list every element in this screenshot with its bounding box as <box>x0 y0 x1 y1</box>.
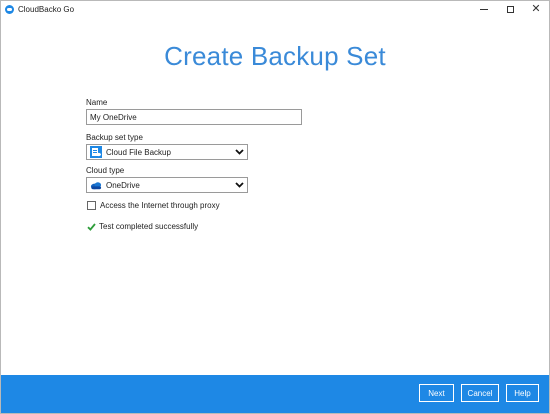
minimize-button[interactable] <box>471 1 497 17</box>
create-backup-form: Name Backup set type Cloud File Backup C… <box>86 97 326 231</box>
status-text: Test completed successfully <box>99 222 199 231</box>
title-bar: CloudBacko Go ✕ <box>1 1 549 17</box>
chevron-down-icon <box>233 145 245 159</box>
name-label: Name <box>86 98 108 107</box>
cloud-type-value: OneDrive <box>106 180 140 190</box>
minimize-icon <box>480 8 488 10</box>
proxy-option: Access the Internet through proxy <box>86 201 326 210</box>
footer-bar: Next Cancel Help <box>1 375 549 413</box>
page-title: Create Backup Set <box>164 41 386 71</box>
proxy-checkbox[interactable] <box>87 201 96 210</box>
next-button[interactable]: Next <box>419 384 454 402</box>
help-button[interactable]: Help <box>506 384 539 402</box>
name-input[interactable] <box>86 109 302 125</box>
cloudbacko-logo-icon <box>5 4 14 14</box>
maximize-button[interactable] <box>497 1 523 17</box>
window-title: CloudBacko Go <box>18 4 75 14</box>
backup-set-type-label: Backup set type <box>86 133 143 142</box>
app-window: CloudBacko Go ✕ Create Backup Set Name B… <box>0 0 550 414</box>
cloud-file-backup-icon <box>90 146 102 158</box>
cloud-type-select[interactable]: OneDrive <box>86 177 248 193</box>
cloud-type-label: Cloud type <box>86 166 125 175</box>
chevron-down-icon <box>233 178 245 192</box>
backup-set-type-value: Cloud File Backup <box>106 147 171 157</box>
close-button[interactable]: ✕ <box>523 1 549 17</box>
onedrive-cloud-icon <box>90 179 102 191</box>
window-controls: ✕ <box>471 1 549 17</box>
proxy-label: Access the Internet through proxy <box>100 201 220 210</box>
checkmark-icon <box>87 222 96 231</box>
maximize-icon <box>506 5 514 13</box>
close-icon: ✕ <box>531 2 541 15</box>
backup-set-type-select[interactable]: Cloud File Backup <box>86 144 248 160</box>
cancel-button[interactable]: Cancel <box>461 384 499 402</box>
test-status: Test completed successfully <box>86 222 326 231</box>
